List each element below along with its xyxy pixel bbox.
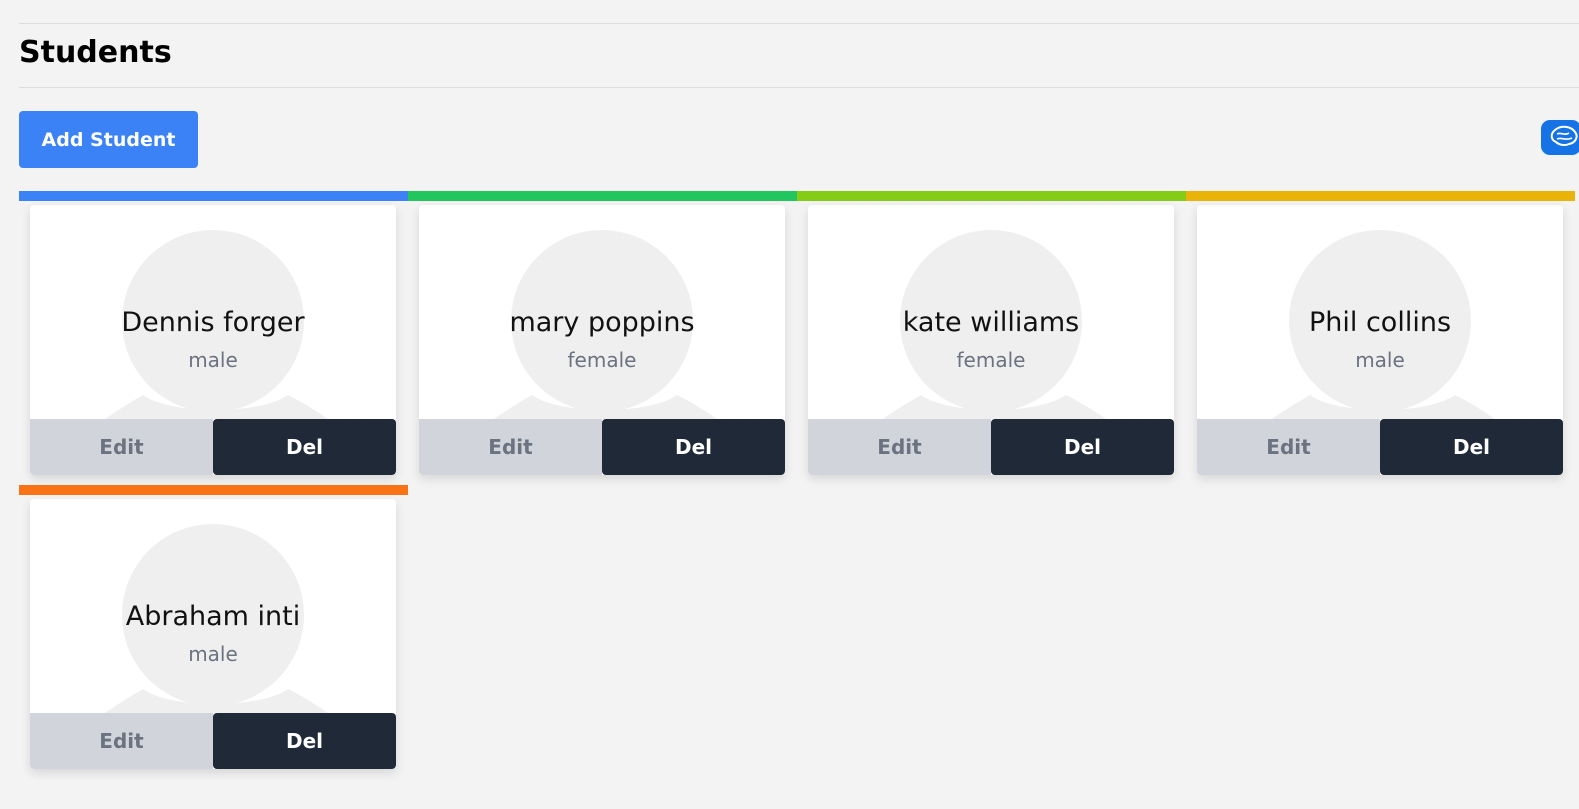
- student-name: Abraham inti: [125, 601, 301, 632]
- card-accent-bar: [408, 191, 797, 201]
- student-card-slot: Phil collins male Edit Del: [1186, 191, 1575, 485]
- student-name: Dennis forger: [121, 307, 305, 338]
- student-name: Phil collins: [1308, 307, 1452, 338]
- edit-button[interactable]: Edit: [419, 419, 602, 475]
- card-accent-bar: [19, 191, 408, 201]
- card-accent-bar: [797, 191, 1186, 201]
- edit-button[interactable]: Edit: [1197, 419, 1380, 475]
- student-gender: male: [188, 348, 238, 372]
- delete-button[interactable]: Del: [213, 713, 396, 769]
- delete-button[interactable]: Del: [1380, 419, 1563, 475]
- student-card: Phil collins male Edit Del: [1197, 205, 1563, 475]
- delete-button[interactable]: Del: [991, 419, 1174, 475]
- student-gender: male: [188, 642, 238, 666]
- add-student-button[interactable]: Add Student: [19, 111, 198, 168]
- delete-button[interactable]: Del: [213, 419, 396, 475]
- student-card-slot: Abraham inti male Edit Del: [19, 485, 408, 779]
- student-gender: male: [1355, 348, 1405, 372]
- edit-button[interactable]: Edit: [30, 713, 213, 769]
- student-card: Dennis forger male Edit Del: [30, 205, 396, 475]
- brain-icon[interactable]: [1541, 120, 1579, 155]
- student-card: kate williams female Edit Del: [808, 205, 1174, 475]
- student-name: kate williams: [902, 307, 1080, 338]
- edit-button[interactable]: Edit: [808, 419, 991, 475]
- student-card: Abraham inti male Edit Del: [30, 499, 396, 769]
- delete-button[interactable]: Del: [602, 419, 785, 475]
- student-card-slot: kate williams female Edit Del: [797, 191, 1186, 485]
- student-card-slot: mary poppins female Edit Del: [408, 191, 797, 485]
- student-gender: female: [567, 348, 637, 372]
- student-gender: female: [956, 348, 1026, 372]
- student-card: mary poppins female Edit Del: [419, 205, 785, 475]
- edit-button[interactable]: Edit: [30, 419, 213, 475]
- top-divider: [19, 23, 1579, 24]
- card-accent-bar: [19, 485, 408, 495]
- student-name: mary poppins: [509, 307, 695, 338]
- card-accent-bar: [1186, 191, 1575, 201]
- page-title: Students: [19, 35, 172, 70]
- title-divider: [19, 87, 1579, 88]
- student-card-slot: Dennis forger male Edit Del: [19, 191, 408, 485]
